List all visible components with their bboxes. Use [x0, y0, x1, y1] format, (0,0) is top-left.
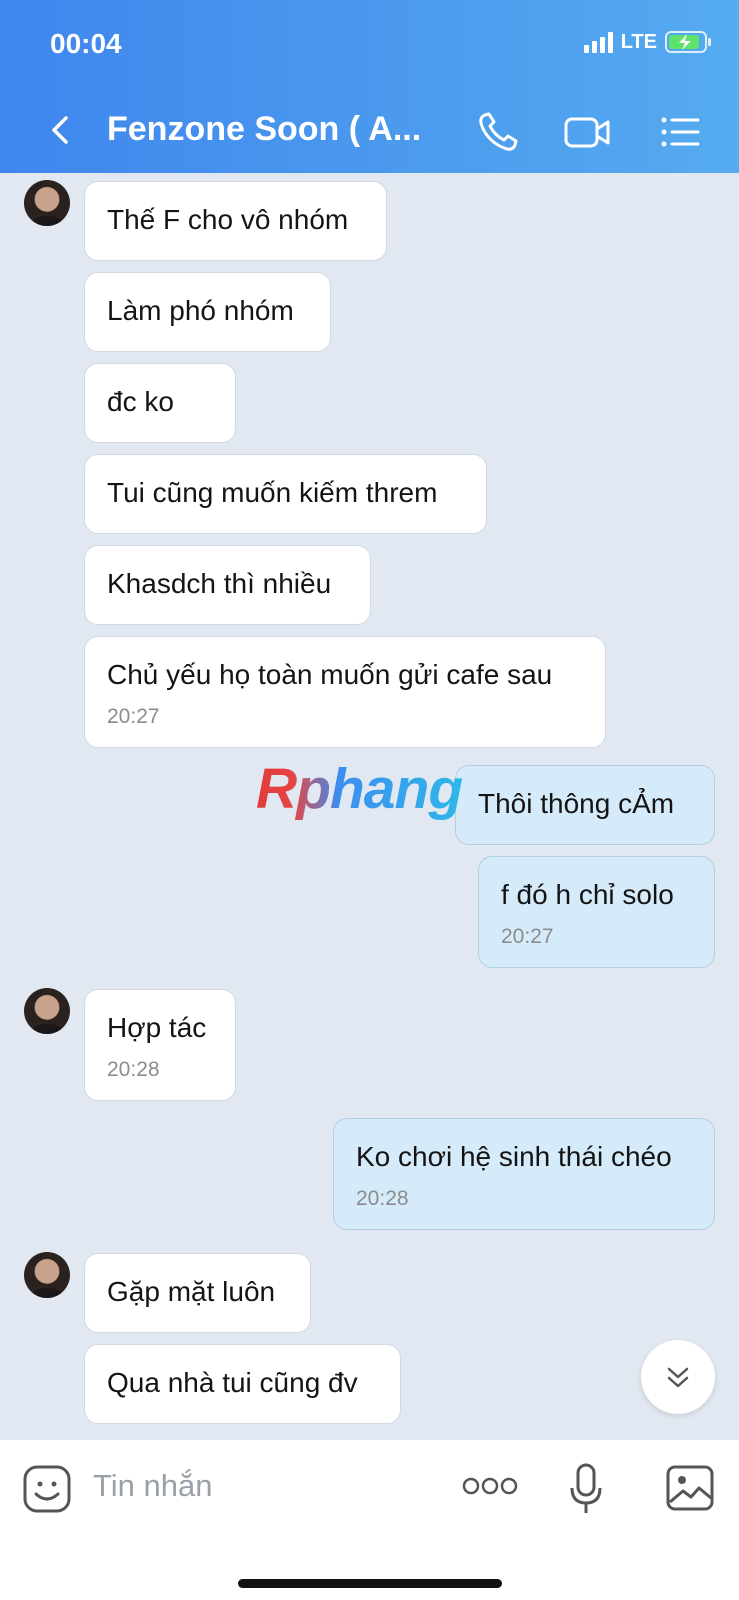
video-camera-icon[interactable]: [563, 108, 611, 156]
signal-icon: [583, 31, 613, 53]
scroll-to-bottom-button[interactable]: [641, 1340, 715, 1414]
status-time: 00:04: [50, 28, 122, 59]
message-text: Tui cũng muốn kiếm threm: [107, 477, 438, 508]
message-text: Làm phó nhóm: [107, 295, 294, 326]
more-dots-icon[interactable]: [462, 1476, 518, 1496]
message-time: 20:28: [356, 1187, 409, 1210]
message-time: 20:27: [107, 705, 160, 728]
message-text: f đó h chỉ solo: [501, 879, 674, 910]
chat-title[interactable]: Fenzone Soon ( A...: [107, 110, 421, 149]
home-indicator: [238, 1579, 502, 1588]
microphone-icon[interactable]: [568, 1462, 604, 1516]
message-input-bar: Tin nhắn: [0, 1440, 739, 1600]
chat-header: 00:04 LTE Fenzone Soon ( A...: [0, 0, 739, 173]
message-text: Thế F cho vô nhóm: [107, 204, 349, 235]
message-bubble[interactable]: đc ko: [84, 363, 236, 443]
avatar[interactable]: [24, 988, 70, 1034]
message-input[interactable]: Tin nhắn: [93, 1468, 213, 1504]
message-text: Ko chơi hệ sinh thái chéo: [356, 1141, 672, 1172]
avatar[interactable]: [24, 180, 70, 226]
battery-charging-icon: [665, 31, 711, 53]
phone-icon[interactable]: [474, 108, 522, 156]
message-bubble[interactable]: Chủ yếu họ toàn muốn gửi cafe sau 20:27: [84, 636, 606, 748]
watermark-logo: Rphang: [256, 757, 463, 821]
message-bubble-own[interactable]: Ko chơi hệ sinh thái chéo 20:28: [333, 1118, 715, 1230]
message-text: Hợp tác: [107, 1012, 207, 1043]
message-text: Khasdch thì nhiều: [107, 568, 332, 599]
message-bubble[interactable]: Tui cũng muốn kiếm threm: [84, 454, 487, 534]
message-text: đc ko: [107, 386, 174, 417]
message-text: Chủ yếu họ toàn muốn gửi cafe sau: [107, 659, 553, 690]
message-text: Thôi thông cẢm: [478, 788, 675, 819]
message-bubble-own[interactable]: Thôi thông cẢm: [455, 765, 715, 845]
sticker-icon[interactable]: [22, 1464, 72, 1514]
message-bubble[interactable]: Qua nhà tui cũng đv: [84, 1344, 401, 1424]
avatar[interactable]: [24, 1252, 70, 1298]
double-chevron-down-icon: [667, 1367, 689, 1388]
message-text: Gặp mặt luôn: [107, 1276, 276, 1307]
message-bubble[interactable]: Làm phó nhóm: [84, 272, 331, 352]
back-chevron-icon[interactable]: [42, 110, 82, 150]
network-type: LTE: [620, 30, 657, 53]
status-indicators: LTE: [583, 30, 713, 54]
message-bubble[interactable]: Khasdch thì nhiều: [84, 545, 371, 625]
list-menu-icon[interactable]: [656, 108, 704, 156]
message-text: Qua nhà tui cũng đv: [107, 1367, 358, 1398]
image-icon[interactable]: [665, 1464, 715, 1512]
message-bubble[interactable]: Hợp tác 20:28: [84, 989, 236, 1101]
message-time: 20:28: [107, 1058, 160, 1081]
message-bubble[interactable]: Thế F cho vô nhóm: [84, 181, 387, 261]
message-bubble[interactable]: Gặp mặt luôn: [84, 1253, 311, 1333]
message-bubble-own[interactable]: f đó h chỉ solo 20:27: [478, 856, 715, 968]
message-time: 20:27: [501, 925, 554, 948]
